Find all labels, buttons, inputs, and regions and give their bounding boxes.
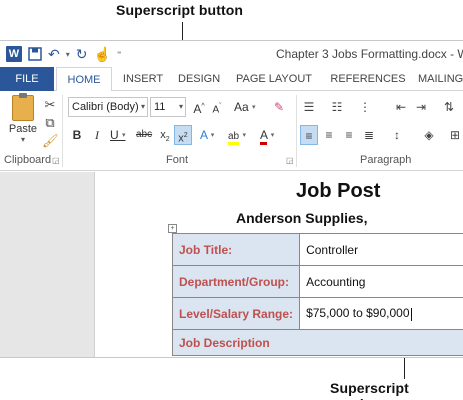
redo-icon[interactable]: ↻: [76, 45, 88, 63]
increase-indent-icon[interactable]: ⇥: [412, 97, 430, 117]
title-bar: W ↶ ▾ ↻ ☝ ⁼ Chapter 3 Jobs Formatting.do…: [0, 41, 463, 67]
table-cell-label[interactable]: Level/Salary Range:: [171, 297, 301, 330]
multilevel-list-icon[interactable]: ⋮: [356, 97, 374, 117]
chevron-down-icon: ▾: [178, 102, 183, 111]
customize-qat-icon[interactable]: ⁼: [117, 45, 122, 63]
table-cell-value[interactable]: $75,000 to $90,000: [299, 297, 463, 330]
table-row: Level/Salary Range: $75,000 to $90,000: [171, 297, 463, 330]
callout-superscript-number: Superscript number: [330, 380, 409, 400]
justify-icon[interactable]: ≣: [360, 125, 378, 145]
table-cell-value[interactable]: Accounting: [299, 265, 463, 298]
tab-mailings[interactable]: MAILINGS: [418, 67, 463, 91]
word-icon[interactable]: W: [6, 46, 22, 62]
document-title: Chapter 3 Jobs Formatting.docx - Word: [276, 47, 463, 61]
table-cell-label[interactable]: Department/Group:: [171, 265, 301, 298]
word-window: W ↶ ▾ ↻ ☝ ⁼ Chapter 3 Jobs Formatting.do…: [0, 40, 463, 358]
job-table: Job Title: Controller Department/Group: …: [171, 233, 463, 356]
text-cursor: [410, 307, 412, 321]
table-row: Job Description: [172, 329, 463, 356]
subscript-button[interactable]: x2: [158, 125, 172, 145]
tab-references[interactable]: REFERENCES: [326, 67, 410, 91]
font-size-combo[interactable]: 11 ▾: [150, 97, 186, 117]
table-row: Department/Group: Accounting: [171, 265, 463, 298]
tab-file[interactable]: FILE: [0, 67, 54, 91]
font-size-value: 11: [154, 101, 166, 113]
grow-font-icon[interactable]: A^: [192, 97, 206, 117]
font-name-value: Calibri (Body): [72, 101, 139, 113]
cut-icon[interactable]: ✂: [42, 97, 58, 113]
save-icon[interactable]: [28, 45, 42, 63]
group-divider: [296, 95, 297, 167]
decrease-indent-icon[interactable]: ⇤: [392, 97, 410, 117]
italic-button[interactable]: I: [90, 125, 104, 145]
format-painter-icon[interactable]: 🖌: [42, 133, 59, 149]
underline-button[interactable]: U ▾: [110, 125, 126, 145]
document-subheading: Anderson Supplies,: [236, 210, 368, 226]
undo-icon[interactable]: ↶: [48, 45, 60, 63]
table-cell-label[interactable]: Job Title:: [171, 233, 301, 266]
numbering-icon[interactable]: ☷: [328, 97, 346, 117]
paste-button[interactable]: Paste ▾: [6, 93, 40, 151]
paragraph-group-label: Paragraph: [360, 154, 412, 166]
table-section-heading[interactable]: Job Description: [172, 329, 463, 356]
paste-dropdown-icon[interactable]: ▾: [6, 135, 40, 144]
strikethrough-button[interactable]: abc: [136, 125, 152, 145]
table-cell-value[interactable]: Controller: [299, 233, 463, 266]
salary-range-text: $75,000 to $90,000: [306, 306, 410, 321]
bullets-icon[interactable]: ☰: [300, 97, 318, 117]
align-left-icon[interactable]: ≡: [300, 125, 318, 145]
font-name-combo[interactable]: Calibri (Body) ▾: [68, 97, 148, 117]
undo-dropdown-icon[interactable]: ▾: [66, 45, 70, 63]
change-case-icon[interactable]: Aa ▾: [234, 97, 256, 117]
chevron-down-icon: ▾: [140, 102, 145, 111]
table-row: Job Title: Controller: [171, 233, 463, 266]
shading-icon[interactable]: ◈: [420, 125, 438, 145]
font-dialog-launcher-icon[interactable]: ◲: [286, 156, 294, 165]
paste-label: Paste: [8, 123, 38, 135]
table-move-handle-icon[interactable]: +: [168, 224, 177, 233]
sort-icon[interactable]: ⇅: [440, 97, 458, 117]
borders-icon[interactable]: ⊞: [446, 125, 463, 145]
font-color-icon[interactable]: A ▾: [260, 125, 274, 145]
bold-button[interactable]: B: [70, 125, 84, 145]
document-heading: Job Post: [296, 180, 381, 202]
clipboard-dialog-launcher-icon[interactable]: ◲: [52, 156, 60, 165]
tab-home[interactable]: HOME: [56, 67, 112, 92]
group-divider: [62, 95, 63, 167]
line-spacing-icon[interactable]: ↕: [388, 125, 406, 145]
highlight-color-icon[interactable]: ab ▾: [228, 125, 246, 145]
align-right-icon[interactable]: ≡: [340, 125, 358, 145]
align-center-icon[interactable]: ≡: [320, 125, 338, 145]
callout-superscript-button: Superscript button: [116, 2, 244, 18]
quick-access-toolbar: W ↶ ▾ ↻ ☝ ⁼: [6, 45, 122, 63]
font-group-label: Font: [166, 154, 189, 166]
tab-page-layout[interactable]: PAGE LAYOUT: [232, 67, 316, 91]
copy-icon[interactable]: ⧉: [42, 115, 58, 131]
clear-formatting-icon[interactable]: ✎: [272, 97, 286, 117]
tab-design[interactable]: DESIGN: [178, 67, 222, 91]
text-effects-icon[interactable]: A ▾: [200, 125, 214, 145]
clipboard-group-label: Clipboard: [4, 154, 52, 166]
ribbon-tabs: FILE HOME INSERT DESIGN PAGE LAYOUT REFE…: [0, 67, 463, 92]
document-area: Job Post Anderson Supplies, + Job Title:…: [0, 172, 463, 357]
superscript-button[interactable]: x2: [174, 125, 192, 145]
touch-mode-icon[interactable]: ☝: [93, 45, 110, 63]
tab-insert[interactable]: INSERT: [118, 67, 168, 91]
shrink-font-icon[interactable]: Aˇ: [210, 97, 224, 117]
ribbon-home: Paste ▾ ✂ ⧉ 🖌 Clipboard ◲ Calibri (Body)…: [0, 91, 463, 171]
clipboard-icon: [12, 93, 34, 121]
